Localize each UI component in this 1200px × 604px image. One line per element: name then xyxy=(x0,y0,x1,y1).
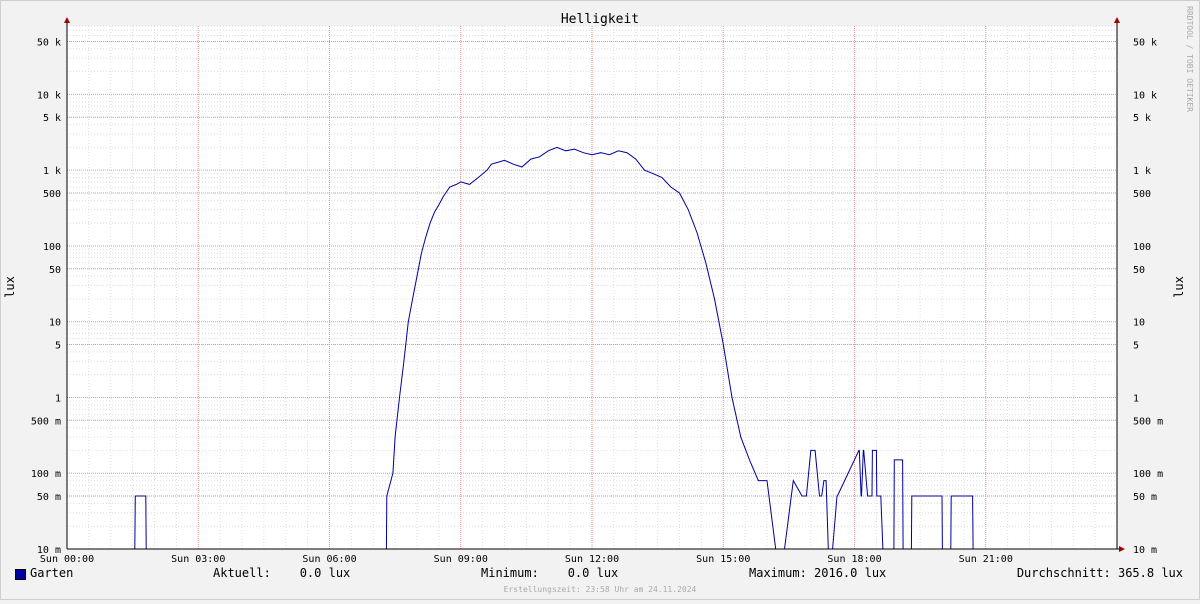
y-tick-label: 100 xyxy=(43,242,61,253)
y-tick-label-right: 50 xyxy=(1133,265,1145,276)
y-tick-label: 5 k xyxy=(43,113,61,124)
watermark: RRDTOOL / TOBI OETIKER xyxy=(1185,6,1194,112)
x-tick-label: Sun 12:00 xyxy=(565,554,619,565)
y-axis-title-left: lux xyxy=(3,276,17,298)
y-tick-label-right: 5 k xyxy=(1133,113,1151,124)
x-tick-label: Sun 15:00 xyxy=(696,554,750,565)
y-tick-label-right: 500 m xyxy=(1133,416,1163,427)
legend-durchschnitt: Durchschnitt: 365.8 lux xyxy=(1016,566,1183,580)
y-tick-label-right: 100 m xyxy=(1133,469,1163,480)
y-tick-label-right: 10 k xyxy=(1133,90,1157,101)
legend-minimum: Minimum: 0.0 lux xyxy=(481,566,619,580)
y-tick-label: 50 xyxy=(49,265,61,276)
footer-timestamp: Erstellungszeit: 23:58 Uhr am 24.11.2024 xyxy=(503,585,697,594)
legend-maximum: Maximum: 2016.0 lux xyxy=(749,566,887,580)
legend-swatch-garten xyxy=(15,569,26,580)
y-tick-label: 5 xyxy=(55,341,61,352)
y-tick-label: 500 xyxy=(43,189,61,200)
legend: Garten Aktuell: 0.0 lux Minimum: 0.0 lux… xyxy=(0,566,1200,584)
brightness-chart: 10 m 50 m 100 m 500 m 1 5 10 50 100 500 1 k 5 k 10 k… xyxy=(0,0,1200,600)
y-tick-label: 50 k xyxy=(37,37,61,48)
x-tick-label: Sun 00:00 xyxy=(40,554,94,565)
y-tick-label: 50 m xyxy=(37,492,61,503)
y-tick-label: 10 xyxy=(49,318,61,329)
y-tick-label-right: 10 xyxy=(1133,318,1145,329)
y-tick-label: 1 k xyxy=(43,166,61,177)
y-tick-label: 100 m xyxy=(31,469,61,480)
y-tick-label: 10 k xyxy=(37,90,61,101)
y-tick-label-right: 50 m xyxy=(1133,492,1157,503)
x-tick-label: Sun 18:00 xyxy=(827,554,881,565)
x-tick-label: Sun 03:00 xyxy=(171,554,225,565)
y-tick-label-right: 1 k xyxy=(1133,166,1151,177)
y-tick-label: 500 m xyxy=(31,416,61,427)
y-tick-label-right: 500 xyxy=(1133,189,1151,200)
y-tick-label-right: 100 xyxy=(1133,242,1151,253)
legend-series-name: Garten xyxy=(30,566,74,580)
y-tick-label-right: 50 k xyxy=(1133,37,1157,48)
legend-aktuell: Aktuell: 0.0 lux xyxy=(213,566,351,580)
x-tick-label: Sun 21:00 xyxy=(959,554,1013,565)
y-tick-label: 1 xyxy=(55,393,61,404)
y-tick-label-right: 10 m xyxy=(1133,545,1157,556)
chart-title: Helligkeit xyxy=(561,12,639,27)
x-tick-label: Sun 06:00 xyxy=(302,554,356,565)
x-tick-label: Sun 09:00 xyxy=(434,554,488,565)
y-tick-label-right: 5 xyxy=(1133,341,1139,352)
y-axis-title-right: lux xyxy=(1172,276,1186,298)
y-tick-label-right: 1 xyxy=(1133,393,1139,404)
chart-frame: 10 m 50 m 100 m 500 m 1 5 10 50 100 500 1 k 5 k 10 k… xyxy=(0,0,1200,600)
